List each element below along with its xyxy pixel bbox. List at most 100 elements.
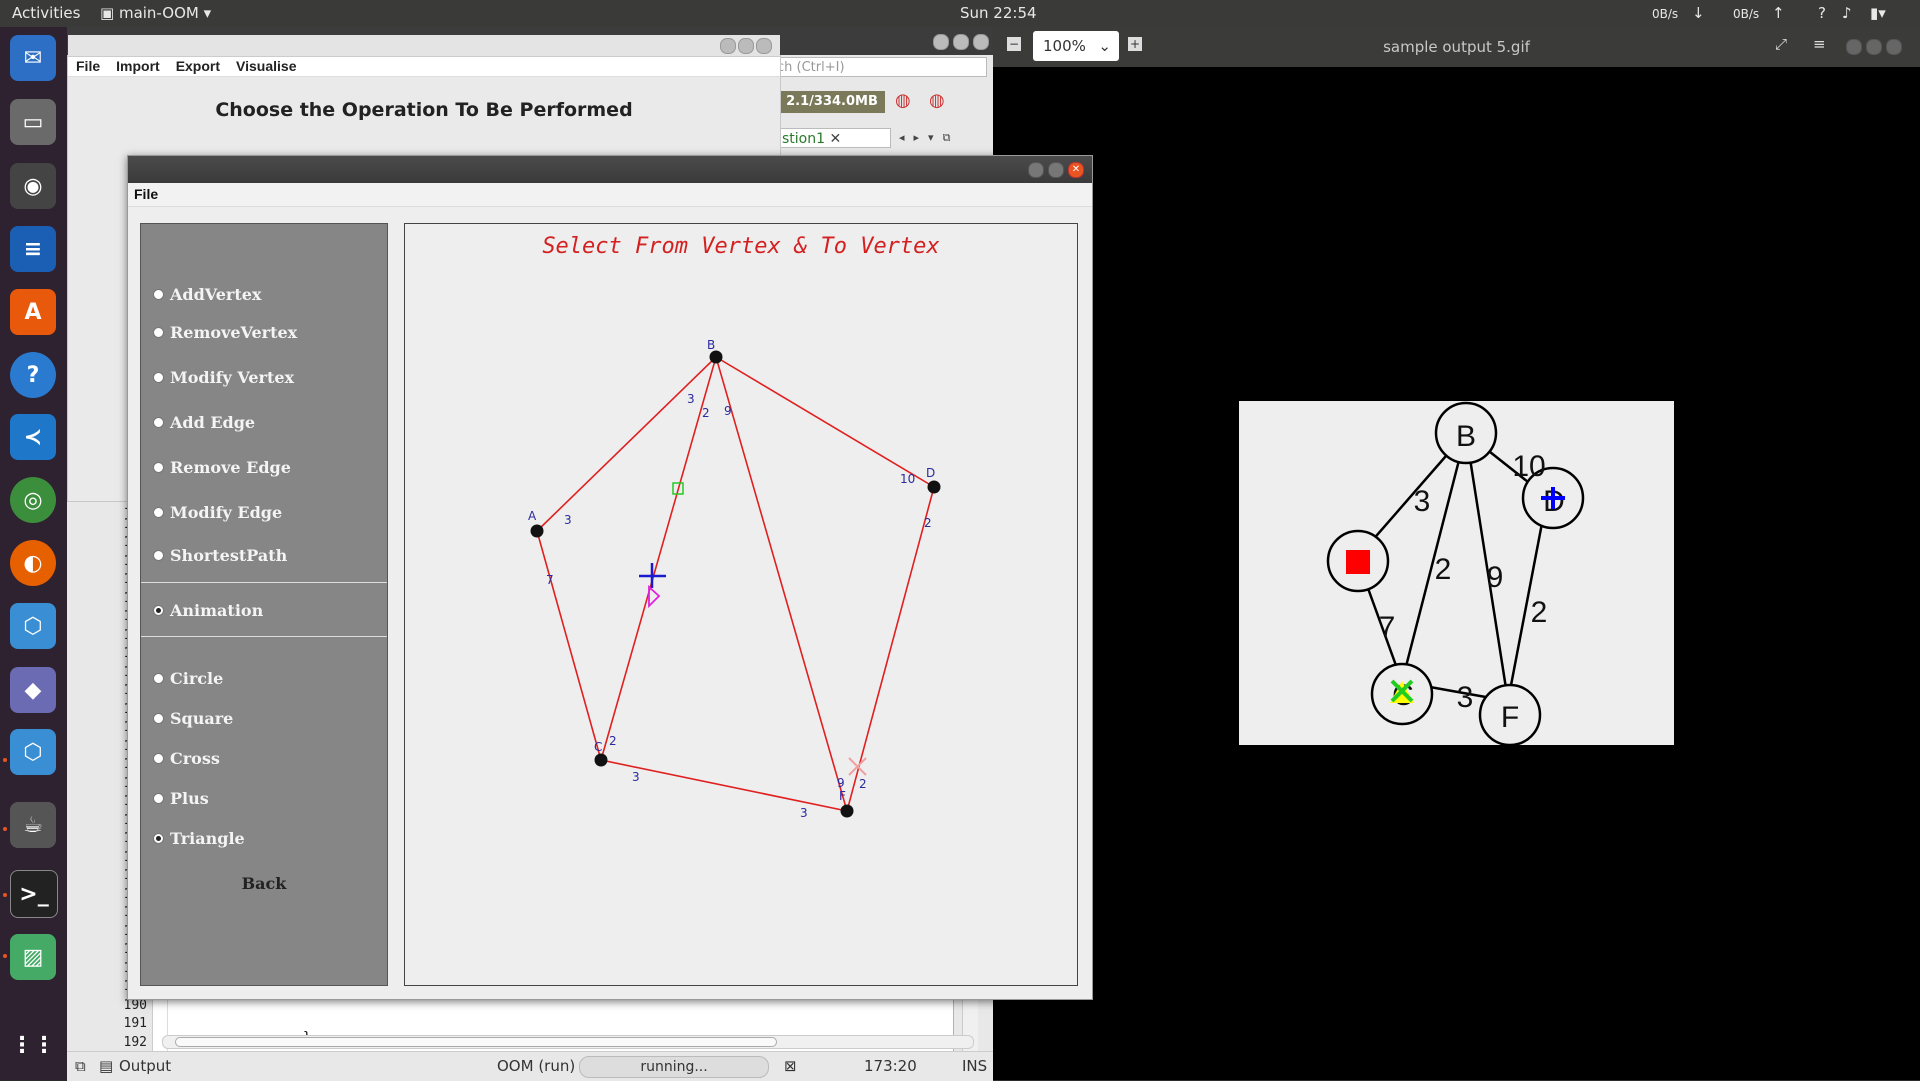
radio-animation[interactable]: Animation <box>153 600 263 620</box>
activities-button[interactable]: Activities <box>12 4 80 22</box>
edge-weight: 3 <box>800 806 808 820</box>
show-apps-icon[interactable]: ⋮⋮ <box>10 1022 56 1068</box>
restore-window-icon[interactable]: ⧉ <box>75 1057 86 1075</box>
editor-tab[interactable]: stion1 ✕ <box>779 128 891 148</box>
radio-circle[interactable]: Circle <box>153 668 223 688</box>
radio-cross[interactable]: Cross <box>153 748 220 768</box>
radio-label: Square <box>170 708 234 728</box>
tab-nav-icons[interactable]: ◂▸▾⧉ <box>899 131 959 145</box>
chooser-heading: Choose the Operation To Be Performed <box>215 99 633 121</box>
netbeans2-icon[interactable]: ⬡ <box>10 729 56 775</box>
thunderbird-icon[interactable]: ✉ <box>10 35 56 81</box>
menu-export[interactable]: Export <box>168 56 228 74</box>
graph-menubar: File <box>128 183 1092 207</box>
close-icon[interactable] <box>756 38 772 54</box>
search-input[interactable]: ch (Ctrl+I) <box>772 57 987 77</box>
help-app-icon[interactable]: ? <box>10 352 56 398</box>
radio-triangle[interactable]: Triangle <box>153 828 245 848</box>
minimize-icon[interactable] <box>933 34 949 50</box>
run-label: OOM (run) <box>497 1057 576 1075</box>
viewer-toolbar: − 100% ⌄ + sample output 5.gif ⤢ ≡ <box>993 27 1920 67</box>
hamburger-menu-icon[interactable]: ≡ <box>1813 35 1826 53</box>
minimize-icon[interactable] <box>1846 39 1862 55</box>
edge-weight: 10 <box>900 472 915 486</box>
line-number: 192 <box>123 1034 147 1050</box>
vertex-dot[interactable] <box>530 524 544 538</box>
radio-add-edge[interactable]: Add Edge <box>153 412 255 432</box>
editor-tab-label: stion1 <box>782 131 826 147</box>
output-tab[interactable]: Output <box>119 1057 171 1075</box>
close-icon[interactable] <box>1886 39 1902 55</box>
stop-run-icon[interactable]: ⊠ <box>784 1057 797 1075</box>
radio-label: Animation <box>170 600 264 620</box>
profile2-icon[interactable]: ◍ <box>929 90 945 111</box>
minimize-icon[interactable] <box>720 38 736 54</box>
radio-modify-edge[interactable]: Modify Edge <box>153 502 282 522</box>
firefox-icon[interactable]: ◐ <box>10 540 56 586</box>
horizontal-scrollbar[interactable] <box>162 1035 974 1049</box>
graph-menu-file[interactable]: File <box>128 183 164 205</box>
maximize-icon[interactable] <box>953 34 969 50</box>
clock[interactable]: Sun 22:54 <box>960 4 1037 22</box>
maximize-icon[interactable] <box>738 38 754 54</box>
files-icon[interactable]: ▭ <box>10 99 56 145</box>
radio-remove-edge[interactable]: Remove Edge <box>153 457 291 477</box>
tool-icon[interactable]: ◆ <box>10 667 56 713</box>
vertex-dot[interactable] <box>840 804 854 818</box>
radio-square[interactable]: Square <box>153 708 233 728</box>
radio-label: Add Edge <box>170 412 256 432</box>
minimize-icon[interactable] <box>1028 162 1044 178</box>
netbeans-icon[interactable]: ⬡ <box>10 603 56 649</box>
radio-label: Triangle <box>170 828 245 848</box>
menu-file[interactable]: File <box>68 56 108 74</box>
profile-icon[interactable]: ◍ <box>895 90 911 111</box>
vertex-dot[interactable] <box>927 480 941 494</box>
menu-import[interactable]: Import <box>108 56 168 74</box>
radio-icon <box>153 792 164 804</box>
radio-label: RemoveVertex <box>170 322 298 342</box>
status-bar: ⧉ ▤ Output OOM (run) running... ⊠ 173:20… <box>67 1051 993 1081</box>
volume-icon[interactable]: ♪ <box>1842 4 1852 22</box>
cursor-position: 173:20 <box>864 1057 917 1075</box>
radio-remove-vertex[interactable]: RemoveVertex <box>153 322 297 342</box>
writer-icon[interactable]: ≡ <box>10 226 56 272</box>
top-bar: Activities ▣ main-OOM ▾ Sun 22:54 0B/s ↓… <box>0 0 1920 27</box>
maximize-icon[interactable] <box>1048 162 1064 178</box>
battery-icon[interactable]: ▮▾ <box>1870 4 1886 22</box>
image-viewer-icon[interactable]: ▨ <box>10 934 56 980</box>
gif-image: B D A C F 3 10 2 9 2 7 3 <box>1239 401 1674 747</box>
radio-modify-vertex[interactable]: Modify Vertex <box>153 367 294 387</box>
radio-icon <box>153 549 164 561</box>
terminal-icon[interactable]: >_ <box>10 870 58 918</box>
radio-icon <box>153 672 164 684</box>
radio-plus[interactable]: Plus <box>153 788 209 808</box>
vertex-dot[interactable] <box>594 753 608 767</box>
edge-weight: 3 <box>632 770 640 784</box>
software-icon[interactable]: A <box>10 289 56 335</box>
plus-marker <box>639 563 666 588</box>
menu-visualise[interactable]: Visualise <box>228 56 304 74</box>
maximize-icon[interactable] <box>1866 39 1882 55</box>
vertex-label: F <box>839 789 846 803</box>
graph-canvas[interactable]: Select From Vertex & To Vertex A B C D F… <box>404 223 1078 986</box>
java-icon[interactable]: ☕ <box>10 802 56 848</box>
vscode-icon[interactable]: ≺ <box>10 414 56 460</box>
close-icon[interactable]: ✕ <box>1068 162 1084 178</box>
graph-window: ✕ File AddVertex RemoveVertex Modify Ver… <box>127 155 1093 1000</box>
radio-icon <box>153 604 164 616</box>
dock: ✉ ▭ ◉ ≡ A ? ≺ ◎ ◐ ⬡ ◆ ⬡ ☕ >_ ▨ ⋮⋮ <box>0 27 67 1080</box>
close-icon[interactable] <box>973 34 989 50</box>
back-button[interactable]: Back <box>141 874 387 893</box>
fullscreen-icon[interactable]: ⤢ <box>1775 35 1787 53</box>
app-menu[interactable]: ▣ main-OOM ▾ <box>100 4 211 22</box>
vertex-dot[interactable] <box>709 350 723 364</box>
rhythmbox-icon[interactable]: ◉ <box>10 163 56 209</box>
radio-icon <box>153 326 164 338</box>
radio-shortest-path[interactable]: ShortestPath <box>153 545 287 565</box>
close-tab-icon[interactable]: ✕ <box>829 131 841 147</box>
chrome-icon[interactable]: ◎ <box>10 477 56 523</box>
help-icon[interactable]: ? <box>1818 4 1826 22</box>
radio-label: Modify Vertex <box>170 367 295 387</box>
radio-add-vertex[interactable]: AddVertex <box>153 284 261 304</box>
memory-indicator[interactable]: 2.1/334.0MB <box>779 91 885 113</box>
